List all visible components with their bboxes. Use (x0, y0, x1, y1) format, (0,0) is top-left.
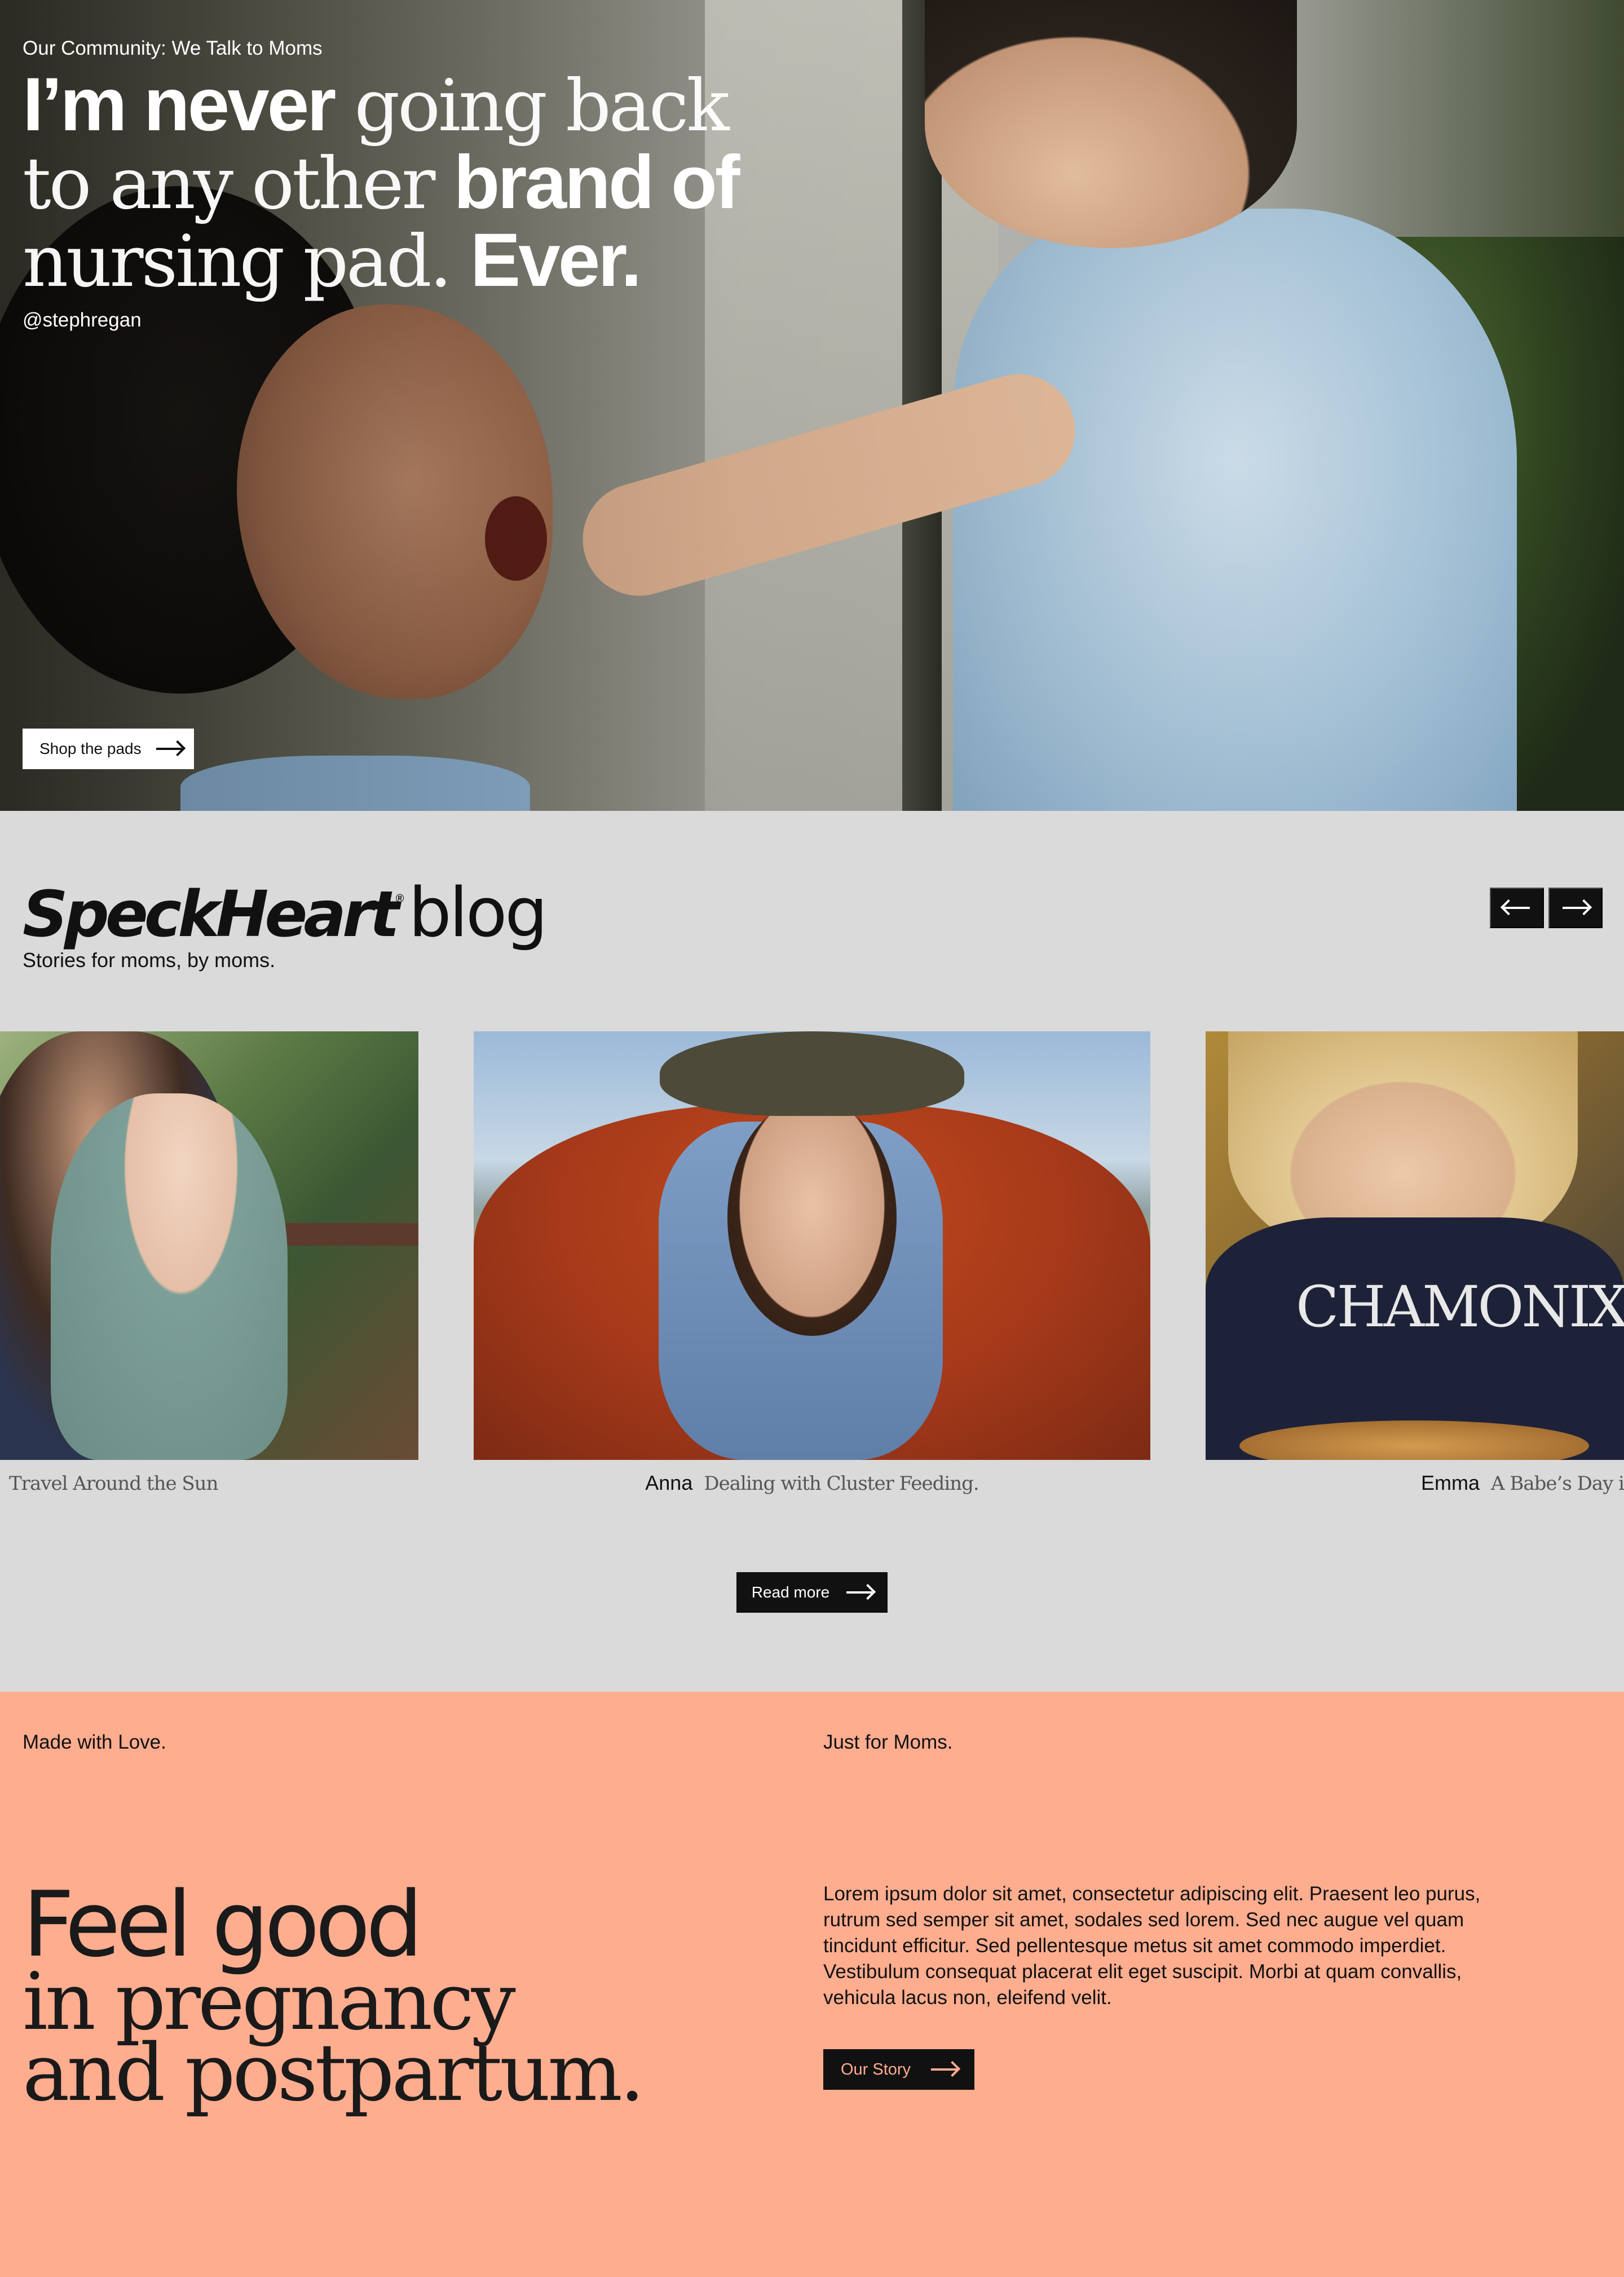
feel-good-headline: Feel good in pregnancy and postpartum. (23, 1872, 645, 2119)
blog-tagline: Stories for moms, by moms. (23, 948, 276, 972)
feel-good-body-text: Lorem ipsum dolor sit amet, consectetur … (823, 1883, 1481, 2009)
arrow-right-icon (156, 748, 182, 750)
photo-hat (660, 1031, 964, 1116)
made-with-love-label: Made with Love. (23, 1731, 166, 1753)
blog-card[interactable]: ie Travel Around the Sun (0, 1031, 418, 1528)
blog-card-caption: ie Travel Around the Sun (0, 1471, 400, 1495)
quote-line1-light: going back (334, 64, 729, 147)
blog-card-photo (474, 1031, 1150, 1460)
blog-card-title: Dealing with Cluster Feeding. (704, 1472, 979, 1495)
hero-section: Our Community: We Talk to Moms I’m never… (0, 0, 1624, 811)
photo-woman-face (727, 1099, 897, 1336)
blog-card-title: Travel Around the Sun (9, 1472, 218, 1495)
blog-card-photo (0, 1031, 418, 1460)
hero-quote: I’m never going back to any other brand … (23, 64, 740, 303)
arrow-right-icon (931, 2068, 957, 2071)
blog-card-author: Emma (1421, 1471, 1480, 1494)
quote-line2-light: to any other (23, 142, 454, 225)
blog-card-caption: Emma A Babe’s Day in a (1421, 1471, 1624, 1495)
blog-card[interactable]: CHAMONIX Emma A Babe’s Day in a (1206, 1031, 1624, 1528)
quote-line3-bold: Ever. (470, 218, 642, 302)
shop-the-pads-label: Shop the pads (39, 740, 142, 757)
photo-railing (265, 1223, 418, 1246)
hero-handle: @stephregan (23, 309, 142, 331)
logo-word-blog: blog (408, 874, 548, 952)
our-story-button[interactable]: Our Story (823, 2049, 974, 2090)
speckheart-blog-logo[interactable]: SpeckHeart ® blog (23, 874, 548, 952)
blog-card-author: Anna (645, 1471, 693, 1494)
blog-section: SpeckHeart ® blog Stories for moms, by mom… (0, 811, 1624, 1692)
photo-shirt-print: CHAMONIX (1296, 1274, 1624, 1340)
blog-card[interactable]: Anna Dealing with Cluster Feeding. (474, 1031, 1150, 1528)
blog-card-photo: CHAMONIX (1206, 1031, 1624, 1460)
read-more-button[interactable]: Read more (736, 1572, 888, 1613)
arrow-right-icon (1563, 907, 1588, 909)
headline-line3: and postpartum. (23, 2027, 645, 2119)
feel-good-section: Made with Love. Just for Moms. Feel good… (0, 1692, 1624, 2277)
quote-line1-bold: I’m never (23, 63, 336, 147)
quote-line2-bold: brand of (453, 140, 740, 224)
read-more-label: Read more (751, 1583, 830, 1601)
our-story-label: Our Story (840, 2060, 911, 2079)
hero-eyebrow: Our Community: We Talk to Moms (23, 37, 323, 59)
arrow-left-icon (1504, 907, 1530, 909)
arrow-right-icon (846, 1591, 873, 1594)
carousel-prev-button[interactable] (1490, 888, 1544, 928)
photo-baby (51, 1093, 288, 1460)
headline-line1: Feel good (23, 1872, 423, 1977)
shop-the-pads-button[interactable]: Shop the pads (23, 729, 194, 769)
quote-line3-light: nursing pad. (23, 220, 470, 303)
carousel-next-button[interactable] (1548, 888, 1603, 928)
just-for-moms-label: Just for Moms. (823, 1731, 953, 1753)
blog-card-caption: Anna Dealing with Cluster Feeding. (474, 1471, 1150, 1495)
logo-registered-mark: ® (395, 893, 404, 905)
blog-card-title: A Babe’s Day in a (1491, 1472, 1624, 1495)
logo-brand: SpeckHeart (23, 878, 400, 951)
